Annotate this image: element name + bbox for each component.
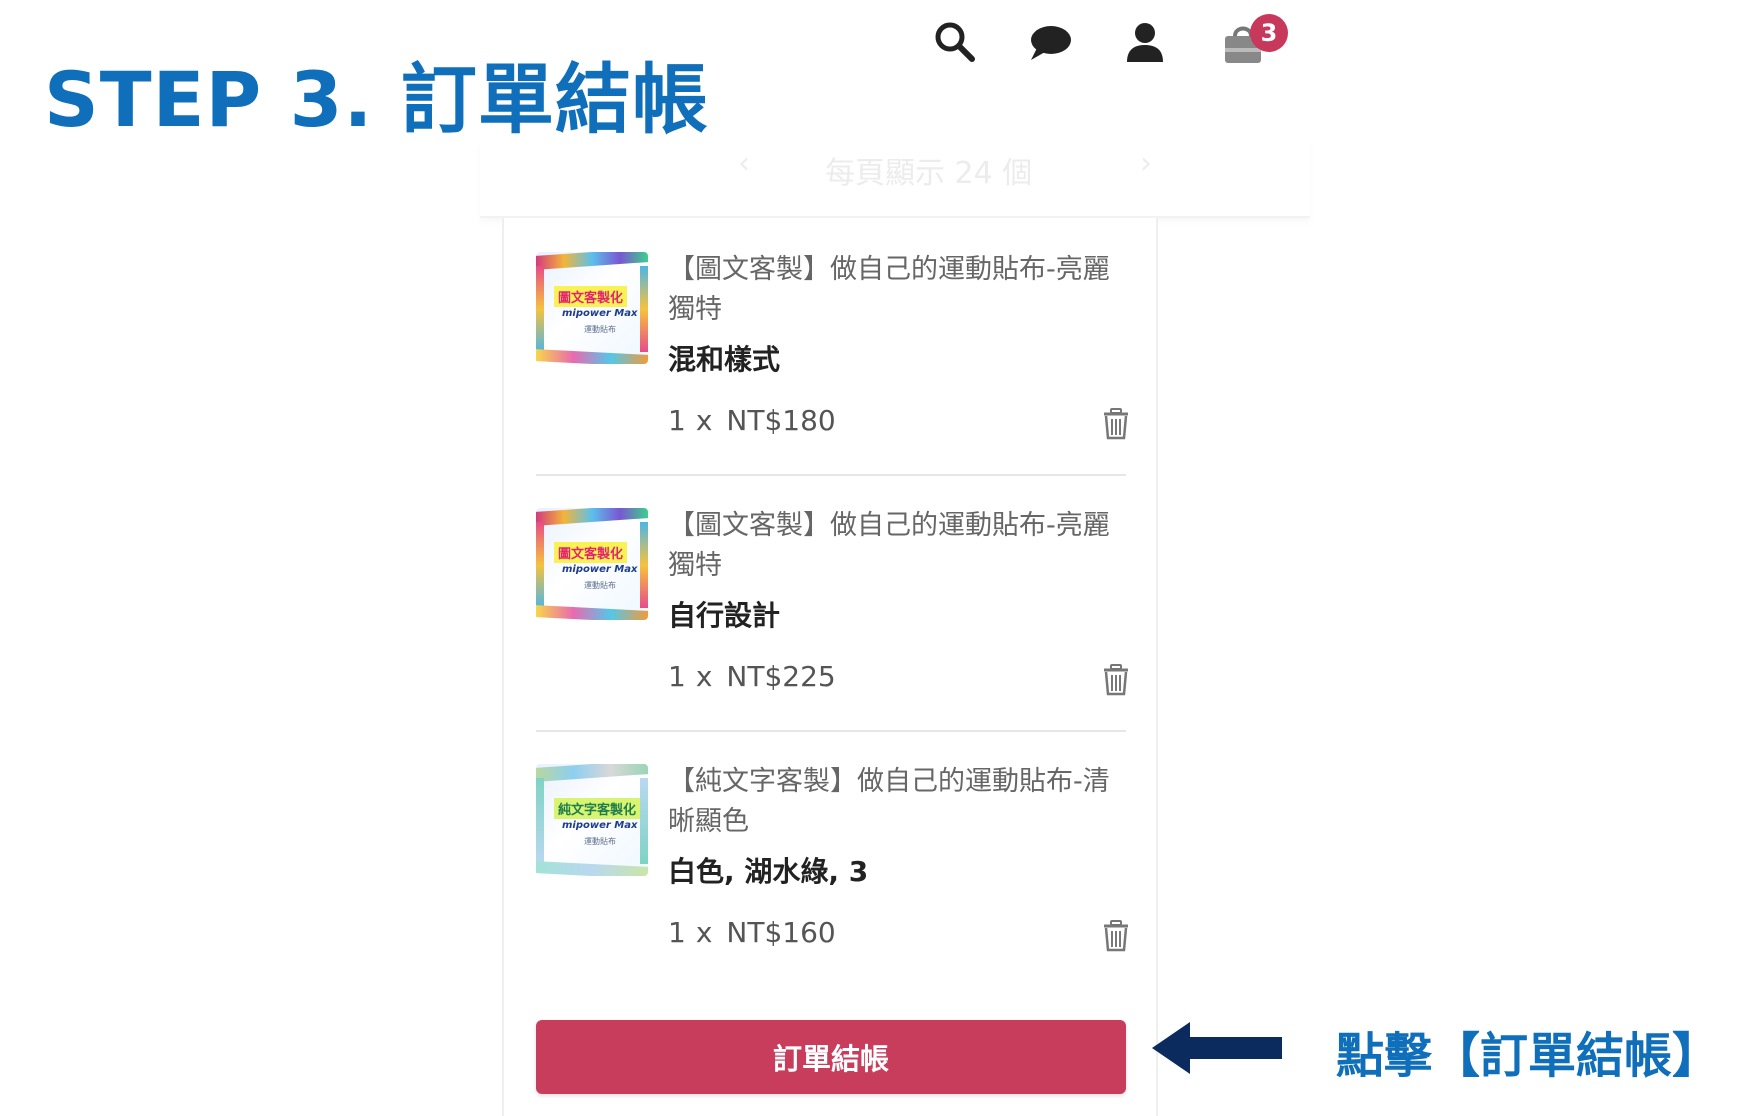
trash-icon[interactable] [1102, 664, 1130, 696]
product-name-link[interactable]: 【圖文客製】做自己的運動貼布-亮麗獨特 [668, 506, 1118, 586]
search-icon[interactable] [930, 18, 980, 68]
product-name-link[interactable]: 【圖文客製】做自己的運動貼布-亮麗獨特 [668, 250, 1118, 330]
trash-icon[interactable] [1102, 408, 1130, 440]
cart-drawer: 圖文客製化 mipower Max 運動貼布 【圖文客製】做自己的運動貼布-亮麗… [502, 218, 1158, 1116]
quantity-price: 1 x NT$160 [668, 916, 836, 949]
chevron-left-icon: ‹ [738, 146, 750, 181]
thumbnail-badge-text: 圖文客製化 [554, 542, 628, 563]
thumbnail-badge-text: 純文字客製化 [554, 798, 641, 819]
product-thumbnail[interactable]: 純文字客製化 mipower Max 運動貼布 [536, 764, 648, 876]
quantity: 1 [668, 404, 686, 437]
quantity: 1 [668, 916, 686, 949]
trash-icon[interactable] [1102, 920, 1130, 952]
checkout-button[interactable]: 訂單結帳 [536, 1020, 1126, 1094]
user-icon[interactable] [1120, 18, 1170, 68]
product-variant: 混和樣式 [668, 343, 781, 376]
thumbnail-sub-text: 運動貼布 [584, 837, 616, 846]
cart-item: 純文字客製化 mipower Max 運動貼布 【純文字客製】做自己的運動貼布-… [536, 730, 1128, 986]
quantity-price: 1 x NT$225 [668, 660, 836, 693]
multiply-sign: x [695, 404, 713, 437]
price: NT$225 [726, 660, 836, 693]
multiply-sign: x [695, 660, 713, 693]
thumbnail-badge-text: 圖文客製化 [554, 286, 628, 307]
product-thumbnail[interactable]: 圖文客製化 mipower Max 運動貼布 [536, 252, 648, 364]
instruction-annotation: 點擊【訂單結帳】 [1336, 1028, 1721, 1084]
quantity: 1 [668, 660, 686, 693]
thumbnail-brand-text: mipower Max [562, 564, 638, 575]
arrow-left-icon [1152, 1020, 1282, 1076]
product-variant: 自行設計 [668, 599, 781, 632]
header-icon-bar: 3 [930, 14, 1290, 74]
background-page-toolbar: ‹ 每頁顯示 24 個 › [480, 140, 1310, 218]
multiply-sign: x [695, 916, 713, 949]
product-variant: 白色, 湖水綠, 3 [668, 855, 869, 888]
thumbnail-sub-text: 運動貼布 [584, 325, 616, 334]
step-title: STEP 3. 訂單結帳 [44, 55, 709, 144]
chat-icon[interactable] [1025, 18, 1075, 68]
quantity-price: 1 x NT$180 [668, 404, 836, 437]
product-name-link[interactable]: 【純文字客製】做自己的運動貼布-清晰顯色 [668, 762, 1118, 842]
cart-count-badge: 3 [1250, 14, 1288, 52]
thumbnail-sub-text: 運動貼布 [584, 581, 616, 590]
product-thumbnail[interactable]: 圖文客製化 mipower Max 運動貼布 [536, 508, 648, 620]
thumbnail-brand-text: mipower Max [562, 820, 638, 831]
thumbnail-brand-text: mipower Max [562, 308, 638, 319]
chevron-down-icon: › [1140, 146, 1152, 181]
price: NT$180 [726, 404, 836, 437]
items-per-page-label: 每頁顯示 24 個 [825, 156, 1033, 191]
cart-item: 圖文客製化 mipower Max 運動貼布 【圖文客製】做自己的運動貼布-亮麗… [536, 474, 1128, 732]
cart-item: 圖文客製化 mipower Max 運動貼布 【圖文客製】做自己的運動貼布-亮麗… [536, 218, 1128, 476]
price: NT$160 [726, 916, 836, 949]
